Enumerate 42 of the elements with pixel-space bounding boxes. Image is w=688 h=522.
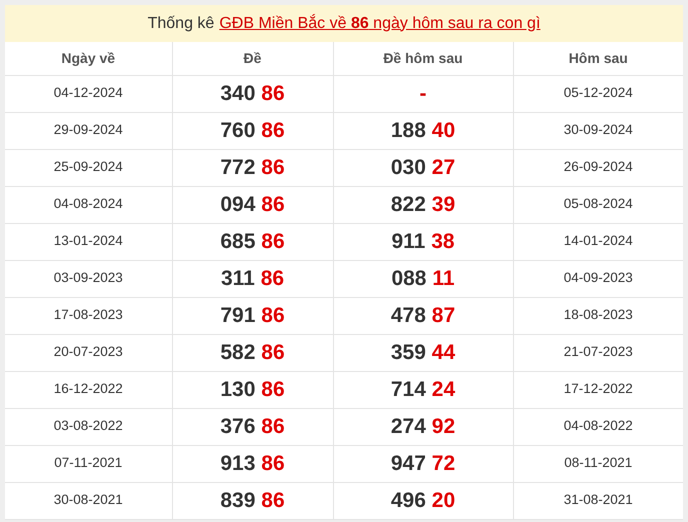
table-cell: 274 92 — [333, 408, 513, 445]
table-cell: 30-08-2021 — [5, 482, 172, 519]
table-cell: 376 86 — [172, 408, 333, 445]
table-cell: 13-01-2024 — [5, 223, 172, 260]
title-link[interactable]: GĐB Miền Bắc về 86 ngày hôm sau ra con gì — [219, 12, 540, 36]
table-cell: 340 86 — [172, 75, 333, 112]
table-cell: 29-09-2024 — [5, 112, 172, 149]
table-cell: 685 86 — [172, 223, 333, 260]
table-cell: 582 86 — [172, 334, 333, 371]
table-cell: 03-09-2023 — [5, 260, 172, 297]
column-header: Hôm sau — [513, 42, 683, 75]
table-cell: 714 24 — [333, 371, 513, 408]
column-header: Đề hôm sau — [333, 42, 513, 75]
table-cell: 496 20 — [333, 482, 513, 519]
table-cell: 094 86 — [172, 186, 333, 223]
table-cell: 04-08-2024 — [5, 186, 172, 223]
column-header: Ngày về — [5, 42, 172, 75]
table-cell: 04-12-2024 — [5, 75, 172, 112]
table-cell: 947 72 — [333, 445, 513, 482]
table-cell: 130 86 — [172, 371, 333, 408]
table-cell: 311 86 — [172, 260, 333, 297]
table-cell: 088 11 — [333, 260, 513, 297]
table-cell: 359 44 — [333, 334, 513, 371]
table-cell: 760 86 — [172, 112, 333, 149]
table-cell: 03-08-2022 — [5, 408, 172, 445]
table-cell: 822 39 — [333, 186, 513, 223]
table-cell: 25-09-2024 — [5, 149, 172, 186]
table-cell: 188 40 — [333, 112, 513, 149]
table-cell: 478 87 — [333, 297, 513, 334]
dash-mark: - — [420, 82, 426, 105]
table-cell: 911 38 — [333, 223, 513, 260]
table-cell: 839 86 — [172, 482, 333, 519]
table-cell: 17-08-2023 — [5, 297, 172, 334]
table-cell: 772 86 — [172, 149, 333, 186]
table-cell: 913 86 — [172, 445, 333, 482]
column-header: Đề — [172, 42, 333, 75]
table-cell: 07-11-2021 — [5, 445, 172, 482]
table-cell: 16-12-2022 — [5, 371, 172, 408]
table-cell: 791 86 — [172, 297, 333, 334]
table-cell: 20-07-2023 — [5, 334, 172, 371]
title-text: Thống kê — [148, 14, 214, 34]
table-cell: 030 27 — [333, 149, 513, 186]
